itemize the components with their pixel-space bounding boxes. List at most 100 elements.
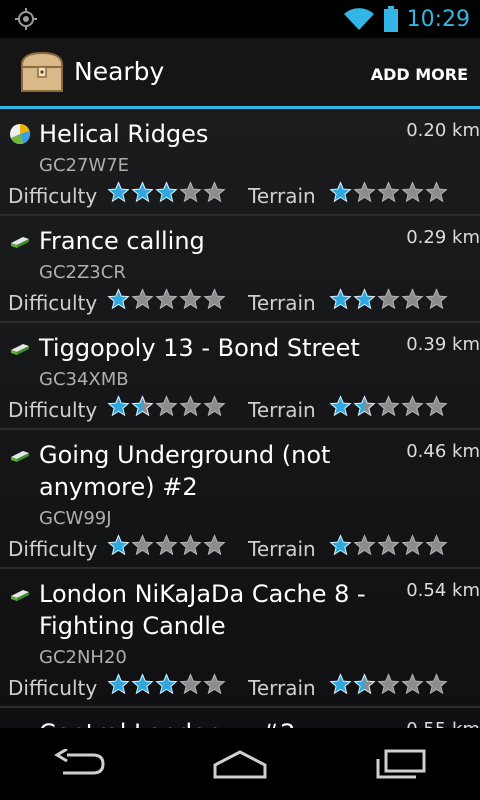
star-empty-icon <box>353 181 376 203</box>
cache-code: GC27W7E <box>39 155 130 176</box>
cache-distance: 0.54 km <box>406 580 480 601</box>
star-empty-icon <box>203 181 226 203</box>
star-full-icon <box>131 673 154 695</box>
star-empty-icon <box>401 288 424 310</box>
star-full-icon <box>131 181 154 203</box>
list-item[interactable]: Helical Ridges 0.20 km GC27W7E Difficulty Te… <box>0 109 480 216</box>
cache-name: Tiggopoly 13 - Bond Street <box>39 334 360 362</box>
home-icon <box>213 750 267 779</box>
star-empty-icon <box>155 288 178 310</box>
star-empty-icon <box>353 534 376 556</box>
star-empty-icon <box>203 534 226 556</box>
cache-code: GCW99J <box>39 508 112 529</box>
list-item[interactable]: Central London ... #20.55 kmDifficultyTe… <box>0 708 480 728</box>
recents-button[interactable] <box>370 744 430 784</box>
treasure-chest-icon[interactable] <box>18 51 66 95</box>
star-half-icon <box>131 395 154 417</box>
star-empty-icon <box>179 673 202 695</box>
star-full-icon <box>107 395 130 417</box>
status-bar: 10:29 <box>0 0 480 38</box>
back-icon <box>54 749 105 775</box>
star-full-icon <box>155 673 178 695</box>
list-item[interactable]: Tiggopoly 13 - Bond Street 0.39 km GC34XMB… <box>0 323 480 430</box>
terrain-rating <box>329 288 448 311</box>
star-empty-icon <box>131 288 154 310</box>
list-item[interactable]: London NiKaJaDa Cache 8 - Fighting Candl… <box>0 569 480 708</box>
terrain-label: Terrain <box>248 291 316 315</box>
status-clock: 10:29 <box>406 6 470 32</box>
navigation-bar <box>0 728 480 800</box>
list-item[interactable]: Going Underground (not anymore) #2 0.46 k… <box>0 430 480 569</box>
home-button[interactable] <box>210 744 270 784</box>
star-empty-icon <box>425 288 448 310</box>
wifi-icon <box>343 8 374 30</box>
traditional-cache-icon <box>11 344 29 355</box>
difficulty-rating <box>107 288 226 311</box>
list-item[interactable]: France calling 0.29 km GC2Z3CR Difficulty Te… <box>0 216 480 323</box>
star-empty-icon <box>377 534 400 556</box>
cache-distance: 0.20 km <box>406 120 480 141</box>
star-full-icon <box>329 288 352 310</box>
back-button[interactable] <box>50 744 110 784</box>
star-full-icon <box>329 181 352 203</box>
star-empty-icon <box>179 534 202 556</box>
star-empty-icon <box>401 395 424 417</box>
difficulty-label: Difficulty <box>8 676 98 700</box>
star-full-icon <box>353 288 376 310</box>
terrain-label: Terrain <box>248 398 316 422</box>
cache-name: Central London ... #2 <box>39 717 379 728</box>
cache-list[interactable]: Helical Ridges 0.20 km GC27W7E Difficulty Te… <box>0 109 480 728</box>
star-full-icon <box>107 534 130 556</box>
difficulty-rating <box>107 395 226 418</box>
cache-code: GC2Z3CR <box>39 262 126 283</box>
star-empty-icon <box>203 288 226 310</box>
star-full-icon <box>329 673 352 695</box>
star-full-icon <box>107 288 130 310</box>
battery-icon <box>383 6 398 32</box>
star-empty-icon <box>179 288 202 310</box>
difficulty-label: Difficulty <box>8 398 98 422</box>
star-empty-icon <box>155 534 178 556</box>
traditional-cache-icon <box>11 451 29 462</box>
star-empty-icon <box>377 288 400 310</box>
star-full-icon <box>155 181 178 203</box>
cache-name: Going Underground (not anymore) #2 <box>39 441 331 501</box>
star-half-icon <box>353 395 376 417</box>
star-empty-icon <box>425 534 448 556</box>
star-empty-icon <box>401 673 424 695</box>
traditional-cache-icon <box>11 237 29 248</box>
star-empty-icon <box>179 395 202 417</box>
cache-distance: 0.39 km <box>406 334 480 355</box>
star-full-icon <box>329 395 352 417</box>
cache-code: GC34XMB <box>39 369 129 390</box>
terrain-label: Terrain <box>248 676 316 700</box>
star-half-icon <box>353 673 376 695</box>
difficulty-label: Difficulty <box>8 184 98 208</box>
multi-cache-icon <box>10 124 30 144</box>
star-full-icon <box>329 534 352 556</box>
difficulty-label: Difficulty <box>8 537 98 561</box>
star-empty-icon <box>401 181 424 203</box>
cache-code: GC2NH20 <box>39 647 127 668</box>
star-empty-icon <box>203 673 226 695</box>
gps-icon <box>15 8 37 30</box>
difficulty-label: Difficulty <box>8 291 98 315</box>
star-full-icon <box>107 181 130 203</box>
star-empty-icon <box>203 395 226 417</box>
terrain-rating <box>329 395 448 418</box>
star-empty-icon <box>401 534 424 556</box>
terrain-label: Terrain <box>248 184 316 208</box>
cache-name: France calling <box>39 227 205 255</box>
add-more-button[interactable]: ADD MORE <box>371 65 468 84</box>
star-empty-icon <box>179 181 202 203</box>
star-empty-icon <box>425 395 448 417</box>
star-empty-icon <box>425 181 448 203</box>
cache-distance: 0.55 km <box>406 719 480 728</box>
cache-name: Helical Ridges <box>39 120 209 148</box>
star-empty-icon <box>155 395 178 417</box>
star-full-icon <box>107 673 130 695</box>
cache-distance: 0.29 km <box>406 227 480 248</box>
action-bar: Nearby ADD MORE <box>0 38 480 106</box>
difficulty-rating <box>107 673 226 696</box>
cache-distance: 0.46 km <box>406 441 480 462</box>
